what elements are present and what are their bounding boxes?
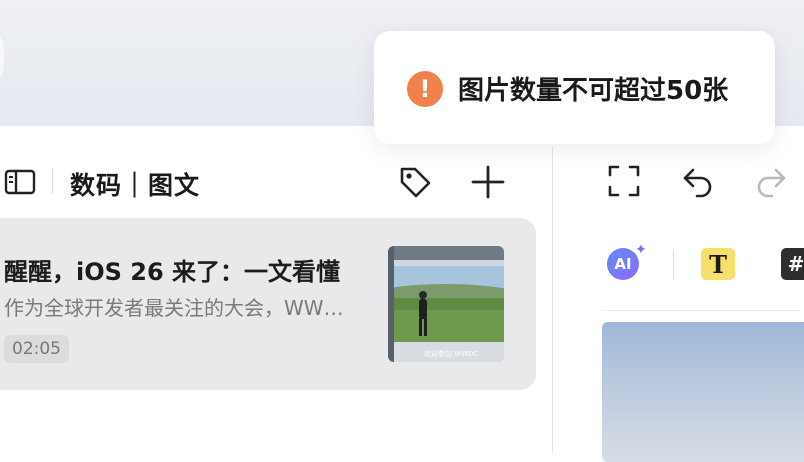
page-title: 数码｜图文	[70, 171, 201, 200]
sidebar-toggle-icon[interactable]	[4, 168, 36, 196]
sparkle-icon: ✦	[635, 242, 647, 258]
redo-icon[interactable]	[754, 164, 788, 198]
plus-icon[interactable]	[470, 164, 506, 200]
text-style-button[interactable]: T	[701, 248, 735, 280]
left-panel: 数码｜图文 醒醒，iOS 26 来了：一文看懂 作为全球开发者最关注的大会，WW…	[0, 126, 552, 454]
undo-icon[interactable]	[681, 164, 715, 198]
card-title: 醒醒，iOS 26 来了：一文看懂	[4, 258, 341, 286]
exclamation-icon: !	[407, 71, 443, 107]
toast-message: 图片数量不可超过50张	[458, 76, 729, 106]
list-item[interactable]: 醒醒，iOS 26 来了：一文看懂 作为全球开发者最关注的大会，WWDC 02:…	[0, 218, 536, 390]
right-panel: AI ✦ T #	[553, 126, 804, 462]
header-divider	[52, 168, 53, 194]
thumbnail-caption: 欢迎参加 WWDC	[424, 350, 479, 358]
tag-icon[interactable]	[397, 164, 433, 200]
card-thumbnail[interactable]: 欢迎参加 WWDC	[388, 246, 504, 362]
image-preview[interactable]	[602, 322, 804, 462]
toast-notification: ! 图片数量不可超过50张	[374, 31, 775, 144]
fullscreen-icon[interactable]	[607, 164, 641, 198]
top-left-panel-edge	[0, 27, 4, 87]
hashtag-button[interactable]: #	[781, 248, 804, 280]
toolbar-bottom-divider	[601, 310, 801, 311]
card-subtitle: 作为全球开发者最关注的大会，WWDC	[4, 296, 344, 320]
duration-badge: 02:05	[4, 335, 69, 363]
toolbar-divider	[673, 250, 674, 280]
